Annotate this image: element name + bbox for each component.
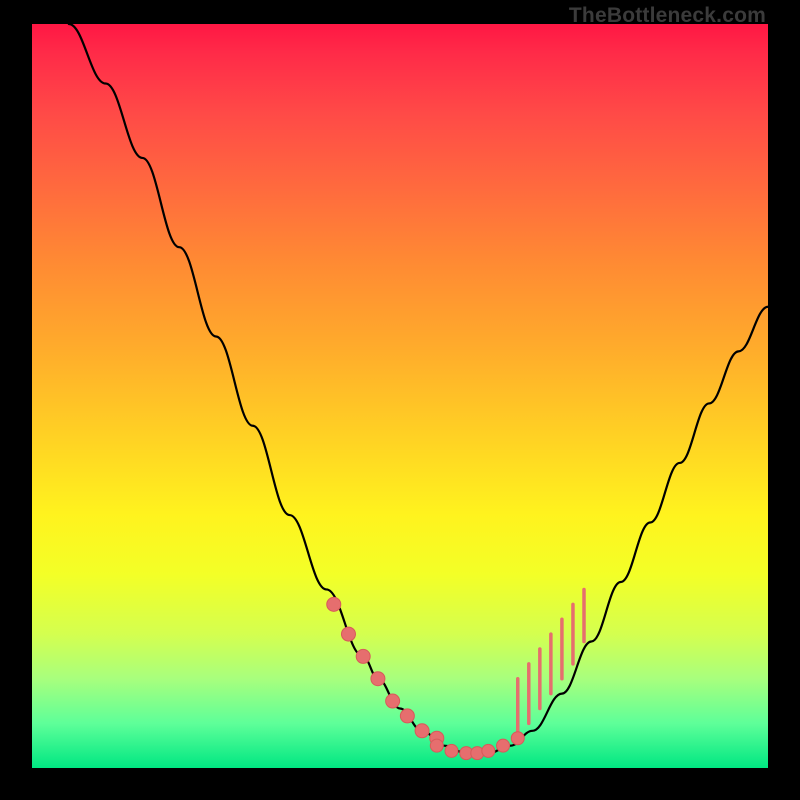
marker-dot	[400, 709, 414, 723]
bottleneck-chart	[32, 24, 768, 768]
bottleneck-curve	[69, 24, 768, 753]
marker-dot	[415, 724, 429, 738]
marker-dot	[511, 732, 524, 745]
marker-dot	[341, 627, 355, 641]
marker-dot	[327, 597, 341, 611]
marker-dot	[497, 739, 510, 752]
marker-dot	[386, 694, 400, 708]
marker-dot	[356, 649, 370, 663]
marker-dot	[430, 739, 443, 752]
marker-dot	[371, 672, 385, 686]
marker-group-ascending-bars	[518, 589, 584, 738]
marker-dot	[482, 744, 495, 757]
marker-dot	[445, 744, 458, 757]
